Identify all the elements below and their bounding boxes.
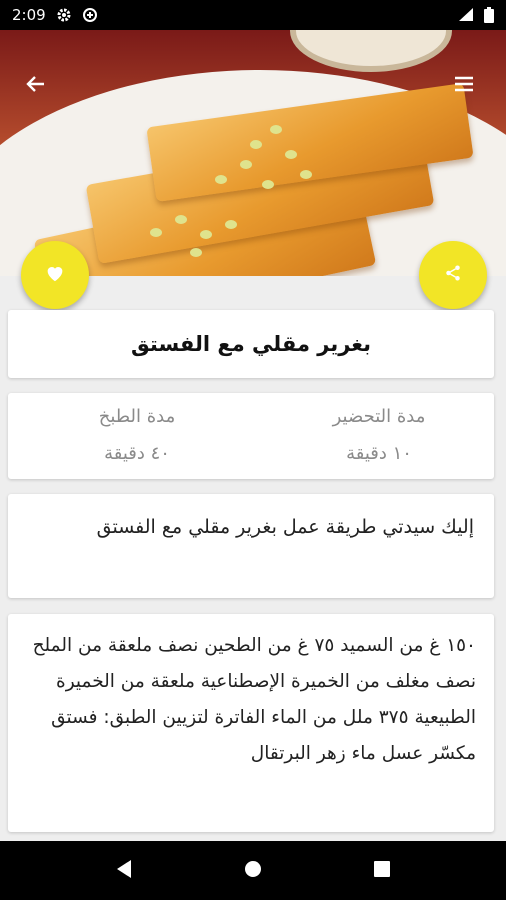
recipe-title-card: بغرير مقلي مع الفستق	[8, 310, 494, 378]
circle-home-icon	[243, 859, 263, 883]
nav-back-button[interactable]	[104, 851, 144, 891]
hero-cup-shape	[290, 30, 452, 72]
prep-time-label: مدة التحضير	[332, 406, 426, 427]
recipe-hero-image	[0, 30, 506, 276]
pistachio-garnish	[190, 248, 202, 257]
cook-time: مدة الطبخ ٤٠ دقيقة	[62, 401, 212, 464]
pistachio-garnish	[150, 228, 162, 237]
prep-time: مدة التحضير ١٠ دقيقة	[304, 401, 454, 464]
cook-time-value: ٤٠ دقيقة	[104, 443, 170, 464]
triangle-back-icon	[115, 859, 133, 883]
cook-time-label: مدة الطبخ	[98, 406, 176, 427]
recipe-intro-card: إليك سيدتي طريقة عمل بغرير مقلي مع الفست…	[8, 494, 494, 598]
recipe-ingredients-text: ١٥٠ غ من السميد ٧٥ غ من الطحين نصف ملعقة…	[32, 635, 476, 764]
menu-button[interactable]	[442, 64, 486, 108]
pistachio-garnish	[200, 230, 212, 239]
pistachio-garnish	[215, 175, 227, 184]
heart-icon	[44, 262, 66, 288]
square-recents-icon	[373, 860, 391, 882]
pistachio-garnish	[262, 180, 274, 189]
pistachio-garnish	[300, 170, 312, 179]
hamburger-menu-icon	[452, 72, 476, 100]
favorite-button[interactable]	[21, 241, 89, 309]
nav-home-button[interactable]	[233, 851, 273, 891]
pistachio-garnish	[240, 160, 252, 169]
prep-time-value: ١٠ دقيقة	[346, 443, 412, 464]
nav-recents-button[interactable]	[362, 851, 402, 891]
share-button[interactable]	[419, 241, 487, 309]
system-navigation-bar	[0, 841, 506, 900]
status-bar: 2:09	[0, 0, 506, 30]
pistachio-garnish	[270, 125, 282, 134]
settings-gear-icon	[56, 7, 72, 23]
pistachio-garnish	[175, 215, 187, 224]
wifi-signal-icon	[458, 7, 474, 23]
recipe-intro-text: إليك سيدتي طريقة عمل بغرير مقلي مع الفست…	[96, 516, 474, 538]
pistachio-garnish	[285, 150, 297, 159]
status-time: 2:09	[12, 6, 46, 24]
pistachio-garnish	[225, 220, 237, 229]
data-saver-icon	[82, 7, 98, 23]
share-icon	[444, 264, 462, 286]
recipe-title: بغرير مقلي مع الفستق	[130, 332, 372, 356]
recipe-times-card: مدة التحضير ١٠ دقيقة مدة الطبخ ٤٠ دقيقة	[8, 393, 494, 479]
pistachio-garnish	[250, 140, 262, 149]
arrow-left-icon	[24, 72, 48, 100]
battery-icon	[484, 7, 494, 23]
recipe-ingredients-card: ١٥٠ غ من السميد ٧٥ غ من الطحين نصف ملعقة…	[8, 614, 494, 832]
back-button[interactable]	[14, 64, 58, 108]
